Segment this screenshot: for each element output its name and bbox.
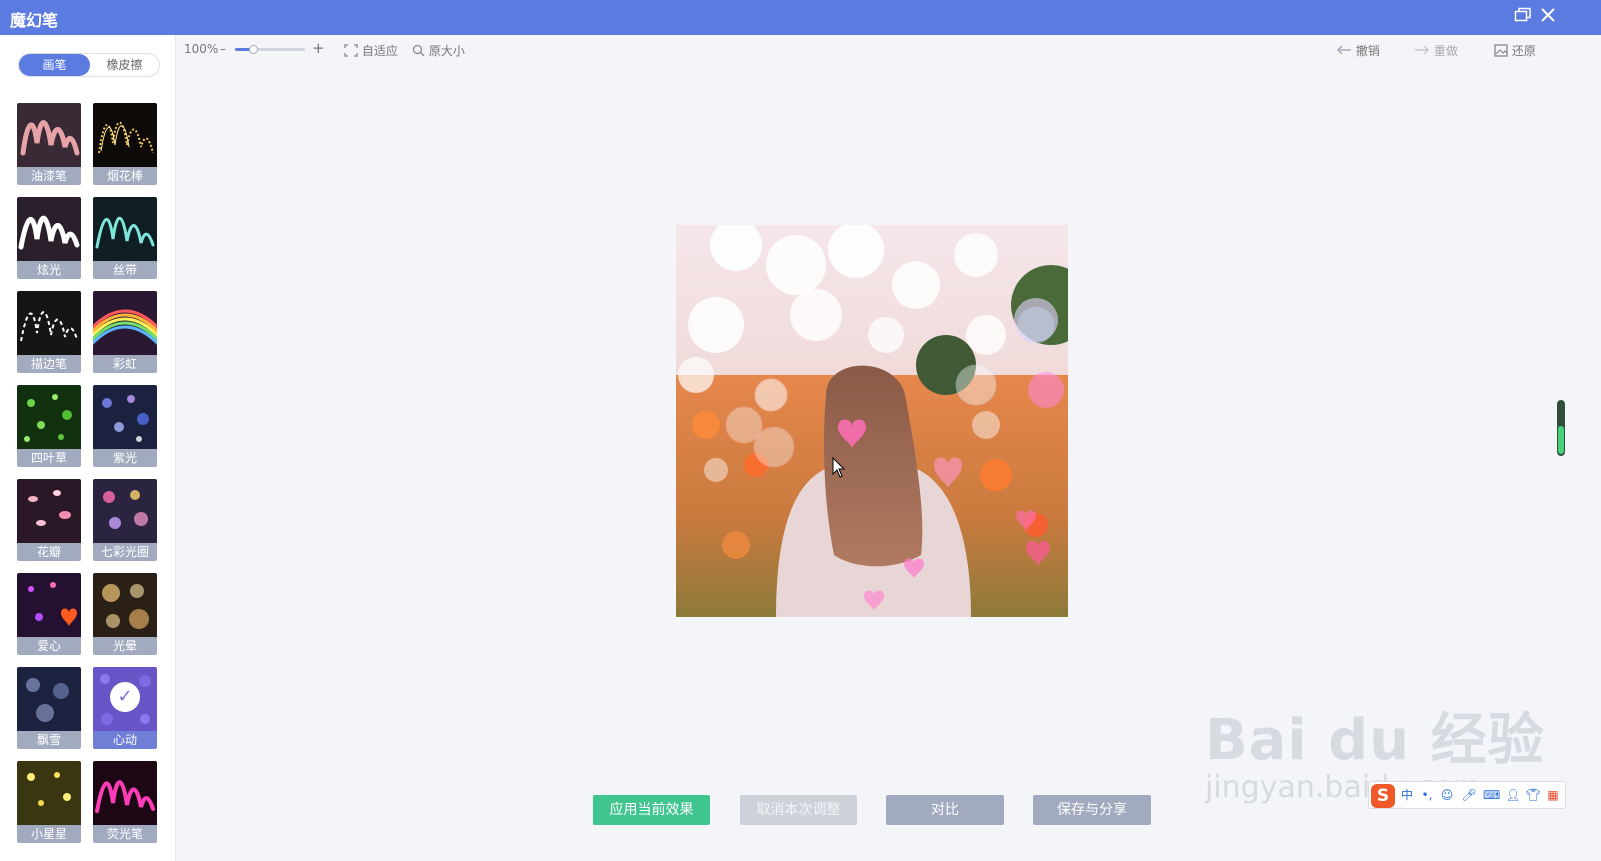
undo-label: 撤销 (1355, 44, 1380, 58)
brush-item-stars[interactable]: 小星星 (17, 761, 81, 843)
brush-label: 油漆笔 (17, 167, 81, 185)
tab-eraser[interactable]: 橡皮擦 (89, 54, 160, 76)
emoji-icon[interactable]: ☺ (1439, 787, 1455, 803)
brush-item-stroke[interactable]: 描边笔 (17, 291, 81, 373)
brush-label: 飘雪 (17, 731, 81, 749)
redo-button[interactable]: 重做 (1414, 42, 1458, 59)
brush-item-halo[interactable]: 光晕 (93, 573, 157, 655)
toolbox-icon[interactable]: ▦ (1545, 787, 1561, 803)
paint-squiggle-icon (17, 103, 81, 167)
brush-label: 七彩光圈 (93, 543, 157, 561)
sparkler-squiggle-icon (93, 103, 157, 167)
petals-icon (17, 479, 81, 543)
rainbow-icon (93, 291, 157, 355)
watermark-logo: Bai du 经验 (1205, 708, 1545, 773)
brush-item-purple-light[interactable]: 紫光 (93, 385, 157, 467)
fit-label: 自适应 (361, 44, 398, 58)
undo-button[interactable]: 撤销 (1336, 42, 1380, 59)
brush-item-hearts[interactable]: 爱心 (17, 573, 81, 655)
scroll-indicator[interactable] (1557, 400, 1565, 456)
redo-arrow-icon (1415, 45, 1430, 55)
brush-label: 炫光 (17, 261, 81, 279)
redo-label: 重做 (1433, 44, 1458, 58)
halo-icon (93, 573, 157, 637)
ime-language[interactable]: 中 (1399, 787, 1415, 803)
skin-icon[interactable]: 👕︎ (1525, 787, 1541, 803)
punctuation-icon[interactable]: •, (1419, 787, 1435, 803)
image-icon (1494, 44, 1508, 57)
restore-window-icon[interactable] (1513, 7, 1533, 27)
cancel-adjustment-button[interactable]: 取消本次调整 (740, 795, 857, 825)
app-title: 魔幻笔 (10, 11, 59, 30)
zoom-value: 100% (184, 42, 219, 56)
brush-label: 四叶草 (17, 449, 81, 467)
brush-item-snow[interactable]: 飘雪 (17, 667, 81, 749)
mode-toggle: 画笔 橡皮擦 (18, 53, 160, 77)
brush-item-glow[interactable]: 炫光 (17, 197, 81, 279)
brush-label: 丝带 (93, 261, 157, 279)
original-size-label: 原大小 (428, 44, 465, 58)
undo-arrow-icon (1336, 45, 1351, 55)
brush-label: 彩虹 (93, 355, 157, 373)
magnifier-icon (412, 44, 425, 57)
zoom-slider[interactable] (235, 45, 305, 54)
microphone-icon[interactable]: 🎤︎ (1461, 787, 1477, 803)
brush-label: 小星星 (17, 825, 81, 843)
save-share-button[interactable]: 保存与分享 (1033, 795, 1151, 825)
brush-item-neon[interactable]: 荧光笔 (93, 761, 157, 843)
ime-toolbar: S 中 •, ☺ 🎤︎ ⌨ 👤︎ 👕︎ ▦ (1368, 781, 1566, 809)
tab-brush[interactable]: 画笔 (19, 54, 90, 76)
brush-label: 荧光笔 (93, 825, 157, 843)
brush-label: 光晕 (93, 637, 157, 655)
brush-sidebar: 画笔 橡皮擦 油漆笔 烟花棒 炫光 丝带 描边笔 彩虹 四叶草 紫光 花瓣 七彩… (0, 35, 176, 861)
selected-check-icon: ✓ (110, 682, 140, 712)
canvas-toolbar: 100% – + 自适应 原大小 撤销 重做 还原 (176, 35, 1601, 65)
brush-label: 描边笔 (17, 355, 81, 373)
brush-label: 紫光 (93, 449, 157, 467)
restore-label: 还原 (1511, 44, 1536, 58)
fit-icon (344, 44, 358, 57)
photo-girl-flower-field (676, 225, 1068, 617)
zoom-slider-handle[interactable] (249, 45, 258, 54)
brush-label: 烟花棒 (93, 167, 157, 185)
brush-item-paint[interactable]: 油漆笔 (17, 103, 81, 185)
clover-icon (17, 385, 81, 449)
stroke-squiggle-icon (17, 291, 81, 355)
colorful-rings-icon (93, 479, 157, 543)
brush-item-petals[interactable]: 花瓣 (17, 479, 81, 561)
brush-item-colorful-rings[interactable]: 七彩光圈 (93, 479, 157, 561)
scroll-thumb[interactable] (1558, 426, 1564, 454)
compare-button[interactable]: 对比 (886, 795, 1004, 825)
sogou-logo-icon[interactable]: S (1371, 784, 1395, 808)
brush-label: 花瓣 (17, 543, 81, 561)
brush-label: 爱心 (17, 637, 81, 655)
close-icon[interactable] (1538, 7, 1558, 27)
restore-button[interactable]: 还原 (1494, 42, 1536, 59)
mouse-cursor-icon (832, 457, 846, 478)
apply-effect-button[interactable]: 应用当前效果 (593, 795, 710, 825)
snow-icon (17, 667, 81, 731)
hearts-icon (17, 573, 81, 637)
brush-item-ribbon[interactable]: 丝带 (93, 197, 157, 279)
brush-item-sparkler[interactable]: 烟花棒 (93, 103, 157, 185)
user-icon[interactable]: 👤︎ (1505, 787, 1521, 803)
fit-button[interactable]: 自适应 (344, 42, 398, 59)
brush-label: 心动 (93, 731, 157, 749)
title-bar: 魔幻笔 (0, 0, 1601, 35)
canvas-photo[interactable] (676, 225, 1068, 617)
original-size-button[interactable]: 原大小 (412, 42, 465, 59)
zoom-out-button[interactable]: – (220, 42, 226, 56)
ribbon-squiggle-icon (93, 197, 157, 261)
keyboard-icon[interactable]: ⌨ (1483, 787, 1500, 803)
brush-item-heartbeat[interactable]: ✓ 心动 (93, 667, 157, 749)
purple-bokeh-icon (93, 385, 157, 449)
brush-item-clover[interactable]: 四叶草 (17, 385, 81, 467)
stars-icon (17, 761, 81, 825)
zoom-in-button[interactable]: + (312, 39, 325, 57)
glow-squiggle-icon (17, 197, 81, 261)
neon-squiggle-icon (93, 761, 157, 825)
brush-item-rainbow[interactable]: 彩虹 (93, 291, 157, 373)
